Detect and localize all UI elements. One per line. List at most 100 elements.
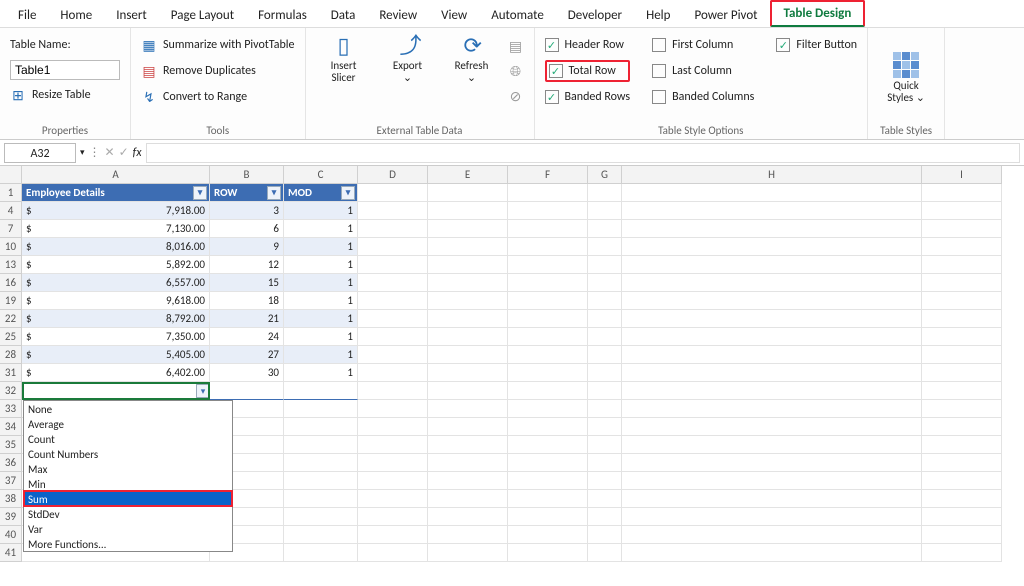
cell-row[interactable]: 21 — [210, 310, 284, 328]
cell[interactable] — [622, 418, 922, 436]
cell[interactable] — [588, 364, 622, 382]
func-option-min[interactable]: Min — [24, 476, 232, 491]
cell[interactable] — [922, 508, 1002, 526]
cell[interactable] — [588, 526, 622, 544]
cell[interactable] — [358, 328, 428, 346]
cell[interactable] — [428, 274, 508, 292]
cell[interactable] — [508, 400, 588, 418]
cell-mod[interactable]: 1 — [284, 292, 358, 310]
cell[interactable] — [358, 400, 428, 418]
cell[interactable] — [428, 310, 508, 328]
cell[interactable] — [922, 238, 1002, 256]
cell[interactable] — [358, 256, 428, 274]
func-option-average[interactable]: Average — [24, 416, 232, 431]
cell[interactable] — [922, 382, 1002, 400]
cell[interactable] — [922, 220, 1002, 238]
cell[interactable] — [358, 436, 428, 454]
table-header-mod[interactable]: MOD▾ — [284, 184, 358, 202]
cell[interactable] — [428, 364, 508, 382]
cell[interactable] — [508, 454, 588, 472]
totals-cell-b[interactable] — [210, 382, 284, 400]
cell[interactable] — [428, 346, 508, 364]
refresh-button[interactable]: ⟳ Refresh⌄ — [444, 34, 500, 84]
cell[interactable] — [508, 238, 588, 256]
row-header[interactable]: 37 — [0, 472, 22, 490]
chk-total-row[interactable]: Total Row — [545, 60, 631, 82]
cell[interactable] — [428, 490, 508, 508]
open-browser-icon[interactable]: 🌐︎ — [508, 63, 524, 80]
cell[interactable] — [508, 310, 588, 328]
totals-cell[interactable]: ▾ — [22, 382, 210, 400]
cell[interactable] — [588, 220, 622, 238]
func-option-var[interactable]: Var — [24, 521, 232, 536]
cell[interactable] — [284, 526, 358, 544]
cell[interactable] — [588, 400, 622, 418]
unlink-icon[interactable]: ⊘ — [508, 88, 524, 105]
row-header[interactable]: 16 — [0, 274, 22, 292]
cell[interactable] — [588, 382, 622, 400]
summarize-pivot-button[interactable]: ▦ Summarize with PivotTable — [141, 34, 295, 56]
cell[interactable] — [622, 328, 922, 346]
chk-banded-columns[interactable]: Banded Columns — [652, 86, 754, 108]
cell[interactable] — [508, 220, 588, 238]
cell-row[interactable]: 27 — [210, 346, 284, 364]
table-header-employee[interactable]: Employee Details▾ — [22, 184, 210, 202]
col-header-D[interactable]: D — [358, 166, 428, 184]
cell[interactable] — [428, 256, 508, 274]
cell[interactable] — [622, 220, 922, 238]
cell[interactable] — [428, 328, 508, 346]
formula-input[interactable] — [146, 143, 1020, 163]
func-option-stddev[interactable]: StdDev — [24, 506, 232, 521]
cell[interactable] — [588, 454, 622, 472]
col-header-A[interactable]: A — [22, 166, 210, 184]
row-header[interactable]: 28 — [0, 346, 22, 364]
cell[interactable] — [358, 184, 428, 202]
cell[interactable] — [508, 364, 588, 382]
cell[interactable] — [358, 382, 428, 400]
row-header[interactable]: 31 — [0, 364, 22, 382]
col-header-F[interactable]: F — [508, 166, 588, 184]
tab-formulas[interactable]: Formulas — [246, 4, 319, 27]
cell-row[interactable]: 15 — [210, 274, 284, 292]
cell[interactable] — [622, 382, 922, 400]
cell-row[interactable]: 30 — [210, 364, 284, 382]
cell[interactable] — [588, 490, 622, 508]
tab-home[interactable]: Home — [48, 4, 104, 27]
tab-review[interactable]: Review — [367, 4, 429, 27]
properties-icon[interactable]: ▤ — [508, 38, 524, 55]
cell[interactable] — [428, 508, 508, 526]
cell[interactable] — [428, 400, 508, 418]
cell[interactable] — [508, 436, 588, 454]
table-header-row[interactable]: ROW▾ — [210, 184, 284, 202]
cell[interactable] — [428, 526, 508, 544]
tab-page-layout[interactable]: Page Layout — [159, 4, 246, 27]
cell[interactable] — [284, 508, 358, 526]
cell[interactable] — [358, 508, 428, 526]
cell-employee[interactable]: $6,557.00 — [22, 274, 210, 292]
tab-help[interactable]: Help — [634, 4, 682, 27]
col-header-B[interactable]: B — [210, 166, 284, 184]
cell[interactable] — [588, 544, 622, 562]
cell[interactable] — [508, 202, 588, 220]
func-option-count-numbers[interactable]: Count Numbers — [24, 446, 232, 461]
tab-insert[interactable]: Insert — [104, 4, 159, 27]
resize-table-button[interactable]: ⊞ Resize Table — [10, 84, 120, 106]
cell[interactable] — [358, 310, 428, 328]
cell[interactable] — [922, 202, 1002, 220]
cell[interactable] — [428, 436, 508, 454]
row-header[interactable]: 25 — [0, 328, 22, 346]
cell[interactable] — [588, 238, 622, 256]
cell-row[interactable]: 3 — [210, 202, 284, 220]
cell[interactable] — [588, 346, 622, 364]
cell[interactable] — [508, 490, 588, 508]
row-header[interactable]: 41 — [0, 544, 22, 562]
row-header[interactable]: 33 — [0, 400, 22, 418]
row-header[interactable]: 4 — [0, 202, 22, 220]
export-button[interactable]: ⤴ Export⌄ — [380, 34, 436, 84]
table-name-input[interactable] — [10, 60, 120, 80]
cell-employee[interactable]: $5,892.00 — [22, 256, 210, 274]
func-option-more-functions-[interactable]: More Functions... — [24, 536, 232, 551]
cell-employee[interactable]: $7,350.00 — [22, 328, 210, 346]
cell-employee[interactable]: $7,918.00 — [22, 202, 210, 220]
cell[interactable] — [622, 400, 922, 418]
